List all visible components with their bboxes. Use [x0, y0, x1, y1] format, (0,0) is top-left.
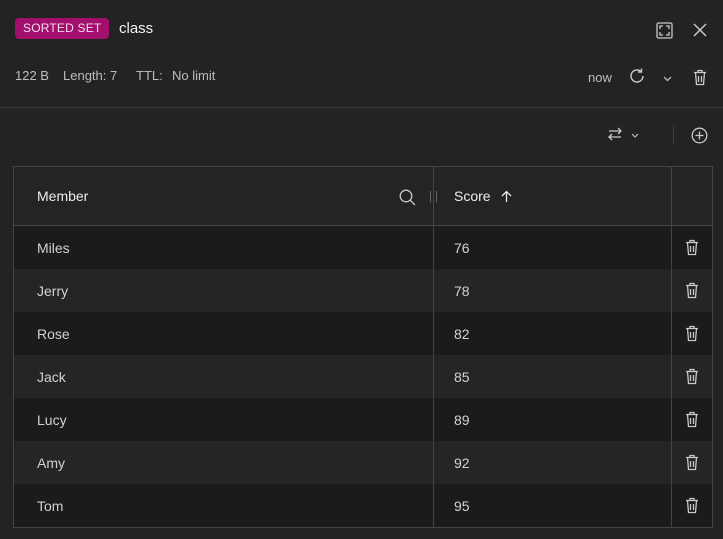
view-dropdown[interactable]: [629, 130, 641, 140]
table-row: Miles 76: [14, 226, 712, 269]
toolbar-divider: [673, 125, 674, 145]
member-cell[interactable]: Amy: [37, 455, 65, 471]
table-row: Tom 95: [14, 484, 712, 527]
key-length: Length: 7: [63, 68, 118, 83]
score-cell[interactable]: 89: [454, 412, 470, 428]
table-row: Jerry 78: [14, 269, 712, 312]
refresh-button[interactable]: [627, 66, 647, 86]
trash-icon: [686, 325, 698, 341]
trash-icon: [686, 368, 698, 384]
table-row: Lucy 89: [14, 398, 712, 441]
fullscreen-button[interactable]: [654, 20, 674, 40]
search-member-button[interactable]: [397, 187, 417, 207]
auto-refresh-dropdown[interactable]: [660, 72, 674, 86]
trash-icon: [686, 282, 698, 298]
delete-row-button[interactable]: [683, 281, 701, 299]
score-column-header[interactable]: Score: [454, 188, 491, 204]
trash-icon: [686, 239, 698, 255]
refresh-icon: [630, 68, 644, 83]
arrow-up-icon: [501, 190, 511, 202]
column-divider: [433, 167, 434, 527]
score-cell[interactable]: 82: [454, 326, 470, 342]
score-cell[interactable]: 78: [454, 283, 470, 299]
key-details-header: SORTED SET class 122 B Length: 7 TTL: No…: [0, 0, 723, 108]
key-size: 122 B: [15, 68, 49, 83]
trash-icon: [686, 497, 698, 513]
table-row: Rose 82: [14, 312, 712, 355]
table-header: Member Score: [14, 167, 712, 226]
member-column-header: Member: [37, 188, 89, 204]
delete-row-button[interactable]: [683, 496, 701, 514]
score-cell[interactable]: 95: [454, 498, 470, 514]
score-cell[interactable]: 76: [454, 240, 470, 256]
trash-icon: [686, 411, 698, 427]
delete-row-button[interactable]: [683, 238, 701, 256]
table-row: Jack 85: [14, 355, 712, 398]
members-table: Member Score Miles 76 Jerry 78 Rose 82 J…: [13, 166, 713, 528]
fullscreen-icon: [655, 21, 673, 39]
plus-circle-icon: [691, 127, 707, 143]
member-cell[interactable]: Jerry: [37, 283, 68, 299]
close-button[interactable]: [690, 20, 710, 40]
delete-row-button[interactable]: [683, 410, 701, 428]
swap-icon: [608, 127, 622, 141]
key-type-badge: SORTED SET: [15, 18, 110, 39]
delete-row-button[interactable]: [683, 324, 701, 342]
score-cell[interactable]: 85: [454, 369, 470, 385]
score-cell[interactable]: 92: [454, 455, 470, 471]
member-cell[interactable]: Jack: [37, 369, 66, 385]
last-refresh-time: now: [588, 70, 612, 85]
delete-row-button[interactable]: [683, 367, 701, 385]
toggle-view-button[interactable]: [605, 124, 625, 144]
ttl-value[interactable]: No limit: [172, 68, 215, 83]
delete-row-button[interactable]: [683, 453, 701, 471]
trash-icon: [694, 69, 706, 85]
chevron-down-icon: [631, 133, 639, 138]
trash-icon: [686, 454, 698, 470]
member-cell[interactable]: Tom: [37, 498, 63, 514]
member-cell[interactable]: Rose: [37, 326, 70, 342]
ttl-label: TTL:: [136, 68, 163, 83]
member-cell[interactable]: Lucy: [37, 412, 67, 428]
table-row: Amy 92: [14, 441, 712, 484]
sort-button[interactable]: [499, 189, 513, 203]
search-icon: [399, 189, 415, 205]
member-cell[interactable]: Miles: [37, 240, 70, 256]
close-icon: [693, 23, 707, 37]
column-divider: [671, 167, 672, 527]
key-name[interactable]: class: [119, 20, 153, 37]
chevron-down-icon: [663, 76, 671, 82]
delete-key-button[interactable]: [690, 67, 710, 87]
add-member-button[interactable]: [689, 125, 709, 145]
